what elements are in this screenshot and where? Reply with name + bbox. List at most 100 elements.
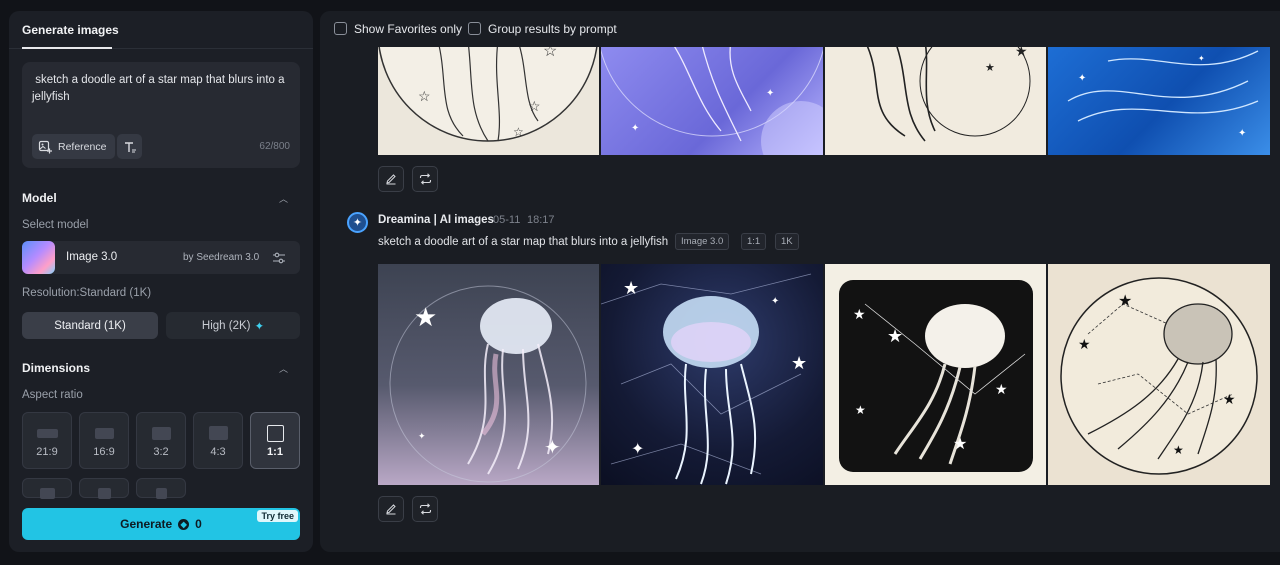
svg-text:★: ★	[855, 403, 866, 417]
ratio-button-partial[interactable]	[22, 478, 72, 499]
generate-button[interactable]: Generate ◆ 0 Try free	[22, 508, 300, 540]
repeat-icon	[419, 173, 431, 185]
svg-text:★: ★	[1078, 336, 1091, 352]
svg-text:✦: ✦	[1078, 73, 1086, 84]
result-image[interactable]: ✦ ✦	[601, 41, 823, 155]
resolution-label: Resolution:Standard (1K)	[22, 287, 152, 299]
svg-text:✦: ✦	[1238, 128, 1246, 139]
model-selector[interactable]: Image 3.0 by Seedream 3.0	[22, 241, 300, 274]
ratio-21-9-icon	[37, 429, 58, 438]
model-chip: Image 3.0	[675, 233, 730, 250]
resolution-high-button[interactable]: High (2K) ✦	[166, 312, 300, 339]
resolution-standard-label: Standard (1K)	[54, 319, 126, 332]
model-provider: by Seedream 3.0	[183, 252, 260, 263]
svg-text:✦: ✦	[418, 431, 426, 441]
char-count: 62/800	[259, 141, 290, 152]
violet-jellyfish-image: ✦✦	[601, 41, 823, 155]
generate-panel: Generate images sketch a doodle art of a…	[9, 11, 313, 552]
svg-text:★: ★	[853, 306, 866, 322]
result-author: Dreamina | AI images	[378, 214, 494, 226]
ratio-chip: 1:1	[741, 233, 767, 250]
result-image[interactable]: ☆ ☆ ☆ ☆	[378, 41, 599, 155]
select-model-label: Select model	[22, 219, 89, 231]
reference-button[interactable]: Reference	[32, 134, 116, 159]
svg-text:✦: ✦	[631, 123, 639, 134]
generate-cost: 0	[195, 517, 202, 531]
ratio-3-2-button[interactable]: 3:2	[136, 412, 186, 469]
svg-text:☆: ☆	[418, 88, 431, 104]
ratio-4-3-button[interactable]: 4:3	[193, 412, 243, 469]
ratio-label: 16:9	[93, 446, 115, 458]
chevron-up-icon[interactable]: ︿	[279, 192, 288, 205]
svg-text:☆: ☆	[513, 125, 524, 139]
svg-text:✦: ✦	[1198, 54, 1205, 63]
svg-text:✦: ✦	[631, 441, 644, 458]
svg-text:★: ★	[623, 278, 639, 298]
blue-jellyfish-image: ✦ ✦ ✦	[1067, 50, 1259, 139]
ratio-icon	[156, 488, 167, 499]
aspect-ratio-label: Aspect ratio	[22, 389, 83, 401]
svg-text:★: ★	[995, 381, 1008, 397]
filter-bar: Show Favorites only Group results by pro…	[320, 11, 1280, 47]
pencil-icon	[386, 174, 396, 185]
resolution-standard-button[interactable]: Standard (1K)	[22, 312, 158, 339]
result-image[interactable]: ✦ ✦ ✦	[1048, 41, 1270, 155]
result-date: 05-11	[493, 214, 521, 226]
chevron-up-icon[interactable]: ︿	[279, 362, 288, 375]
ratio-21-9-button[interactable]: 21:9	[22, 412, 72, 469]
iridescent-jellyfish-image: ★ ★ ✦ ✦	[601, 273, 812, 485]
edit-button[interactable]	[378, 496, 404, 522]
regenerate-button[interactable]	[412, 166, 438, 192]
result-image[interactable]: ★ ★ ✦ ✦	[601, 264, 823, 485]
regenerate-button[interactable]	[412, 496, 438, 522]
generate-label: Generate	[120, 517, 173, 531]
svg-text:★: ★	[1173, 443, 1184, 457]
tab-generate-images[interactable]: Generate images	[22, 23, 119, 37]
star-map-sketch-image: ☆☆ ☆☆	[378, 41, 599, 142]
result-image[interactable]: ★ ★ ★ ★	[1048, 264, 1270, 485]
sliders-icon[interactable]	[272, 251, 286, 265]
ratio-label: 4:3	[210, 446, 226, 458]
sketch-circle-jellyfish-image: ★ ★ ★ ★	[1060, 277, 1258, 475]
text-style-button[interactable]	[117, 134, 142, 159]
ratio-button-partial[interactable]	[79, 478, 129, 499]
model-name: Image 3.0	[66, 251, 118, 263]
group-checkbox[interactable]	[468, 22, 481, 35]
svg-text:★: ★	[414, 302, 437, 332]
result-image[interactable]: ★ ★	[825, 41, 1046, 155]
try-free-badge: Try free	[257, 510, 298, 522]
prompt-input[interactable]: sketch a doodle art of a star map that b…	[32, 72, 290, 106]
svg-text:★: ★	[791, 353, 807, 373]
black-star-jellyfish-image: ★ ★ ★ ★ ★	[839, 280, 1033, 472]
prompt-box[interactable]: sketch a doodle art of a star map that b…	[22, 62, 300, 168]
tab-underline	[22, 47, 112, 49]
svg-text:☆: ☆	[528, 98, 541, 114]
ratio-label: 3:2	[153, 446, 169, 458]
favorites-checkbox[interactable]	[334, 22, 347, 35]
ratio-16-9-icon	[95, 428, 114, 439]
result-image[interactable]: ★ ✦ ✦	[378, 264, 599, 485]
result-prompt[interactable]: sketch a doodle art of a star map that b…	[378, 236, 668, 248]
svg-text:★: ★	[1118, 293, 1132, 310]
ratio-3-2-icon	[152, 427, 171, 440]
ratio-button-partial[interactable]	[136, 478, 186, 499]
resolution-high-label: High (2K)	[201, 319, 251, 332]
ratio-label: 1:1	[267, 446, 283, 458]
results-panel: ☆ ☆ ☆ ☆ ✦ ✦ ★ ★ ✦ ✦ ✦ Show Favorites only	[320, 11, 1280, 552]
svg-text:✦: ✦	[771, 296, 779, 307]
ratio-4-3-icon	[209, 426, 228, 440]
ratio-icon	[40, 488, 55, 499]
panel-tabbar: Generate images	[9, 11, 313, 49]
image-add-icon	[38, 140, 52, 153]
edit-button[interactable]	[378, 166, 404, 192]
svg-text:✦: ✦	[766, 88, 774, 99]
credit-icon: ◆	[178, 518, 190, 530]
svg-text:★: ★	[985, 62, 995, 74]
repeat-icon	[419, 503, 431, 515]
result-image[interactable]: ★ ★ ★ ★ ★	[825, 264, 1046, 485]
text-style-icon	[124, 141, 136, 152]
ratio-16-9-button[interactable]: 16:9	[79, 412, 129, 469]
ink-jellyfish-image: ★★	[864, 41, 1031, 142]
svg-text:★: ★	[887, 326, 903, 346]
ratio-1-1-button[interactable]: 1:1	[250, 412, 300, 469]
